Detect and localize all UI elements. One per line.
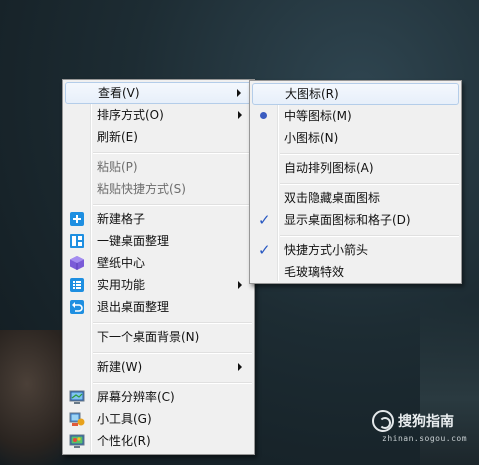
undo-icon (70, 300, 84, 314)
submenu-item-shortcut-arrow[interactable]: ✓ 快捷方式小箭头 (252, 239, 459, 261)
menu-item-screen-resolution[interactable]: 屏幕分辨率(C) (65, 386, 252, 408)
menu-item-label: 壁纸中心 (97, 256, 146, 270)
menu-separator (280, 235, 459, 237)
menu-separator (93, 204, 252, 206)
wallpaper-cube-icon (70, 256, 84, 270)
menu-item-label: 退出桌面整理 (97, 300, 170, 314)
menu-item-label: 实用功能 (97, 278, 146, 292)
submenu-item-label: 快捷方式小箭头 (284, 243, 369, 257)
menu-separator (93, 352, 252, 354)
submenu-item-label: 双击隐藏桌面图标 (284, 191, 381, 205)
gadgets-icon (69, 412, 85, 426)
layout-grid-icon (70, 234, 84, 248)
submenu-item-double-click-hide[interactable]: 双击隐藏桌面图标 (252, 187, 459, 209)
menu-item-label: 排序方式(O) (97, 108, 164, 122)
submenu-item-label: 中等图标(M) (284, 109, 352, 123)
menu-item-personalize[interactable]: 个性化(R) (65, 430, 252, 452)
menu-item-label: 小工具(G) (97, 412, 152, 426)
watermark-title: 搜狗指南 (398, 414, 454, 430)
menu-item-label: 个性化(R) (97, 434, 151, 448)
menu-separator (280, 153, 459, 155)
checkmark-icon: ✓ (258, 211, 271, 229)
add-grid-icon (70, 212, 84, 226)
menu-item-view[interactable]: 查看(V) (65, 82, 252, 104)
view-submenu: 大图标(R) 中等图标(M) 小图标(N) 自动排列图标(A) 双击隐藏桌面图标… (249, 80, 462, 284)
menu-item-refresh[interactable]: 刷新(E) (65, 126, 252, 148)
submenu-arrow-icon (238, 363, 242, 371)
menu-item-label: 查看(V) (98, 86, 140, 100)
menu-item-label: 刷新(E) (97, 130, 138, 144)
menu-item-new[interactable]: 新建(W) (65, 356, 252, 378)
radio-selected-icon (260, 112, 267, 119)
submenu-item-large-icons[interactable]: 大图标(R) (252, 83, 459, 105)
submenu-item-show-desktop-icons[interactable]: ✓ 显示桌面图标和格子(D) (252, 209, 459, 231)
personalize-icon (69, 434, 85, 448)
list-icon (70, 278, 84, 292)
desktop-context-menu: 查看(V) 排序方式(O) 刷新(E) 粘贴(P) 粘贴快捷方式(S) 新建格子… (62, 79, 255, 455)
menu-item-next-background[interactable]: 下一个桌面背景(N) (65, 326, 252, 348)
menu-separator (93, 322, 252, 324)
submenu-arrow-icon (237, 89, 241, 97)
menu-item-label: 一键桌面整理 (97, 234, 170, 248)
menu-item-gadgets[interactable]: 小工具(G) (65, 408, 252, 430)
watermark-url: zhinan.sogou.com (382, 434, 468, 443)
menu-item-label: 新建(W) (97, 360, 143, 374)
checkmark-icon: ✓ (258, 241, 271, 259)
menu-item-label: 屏幕分辨率(C) (97, 390, 175, 404)
submenu-item-auto-arrange[interactable]: 自动排列图标(A) (252, 157, 459, 179)
submenu-item-label: 毛玻璃特效 (284, 265, 345, 279)
submenu-item-label: 大图标(R) (285, 87, 339, 101)
submenu-item-label: 显示桌面图标和格子(D) (284, 213, 411, 227)
submenu-item-frosted-glass[interactable]: 毛玻璃特效 (252, 261, 459, 283)
submenu-arrow-icon (238, 111, 242, 119)
submenu-item-small-icons[interactable]: 小图标(N) (252, 127, 459, 149)
sogou-logo-icon (372, 410, 394, 432)
submenu-item-medium-icons[interactable]: 中等图标(M) (252, 105, 459, 127)
menu-separator (280, 183, 459, 185)
menu-item-utilities[interactable]: 实用功能 (65, 274, 252, 296)
screen-resolution-icon (69, 390, 85, 404)
submenu-arrow-icon (238, 281, 242, 289)
menu-item-sort-by[interactable]: 排序方式(O) (65, 104, 252, 126)
menu-item-exit-organize[interactable]: 退出桌面整理 (65, 296, 252, 318)
menu-item-paste[interactable]: 粘贴(P) (65, 156, 252, 178)
submenu-item-label: 小图标(N) (284, 131, 339, 145)
menu-item-paste-shortcut[interactable]: 粘贴快捷方式(S) (65, 178, 252, 200)
menu-item-one-click-organize[interactable]: 一键桌面整理 (65, 230, 252, 252)
menu-item-label: 粘贴(P) (97, 160, 138, 174)
submenu-item-label: 自动排列图标(A) (284, 161, 374, 175)
menu-separator (93, 152, 252, 154)
menu-item-wallpaper-center[interactable]: 壁纸中心 (65, 252, 252, 274)
menu-separator (93, 382, 252, 384)
menu-item-label: 粘贴快捷方式(S) (97, 182, 186, 196)
menu-item-label: 新建格子 (97, 212, 146, 226)
menu-item-label: 下一个桌面背景(N) (97, 330, 200, 344)
menu-item-new-grid[interactable]: 新建格子 (65, 208, 252, 230)
